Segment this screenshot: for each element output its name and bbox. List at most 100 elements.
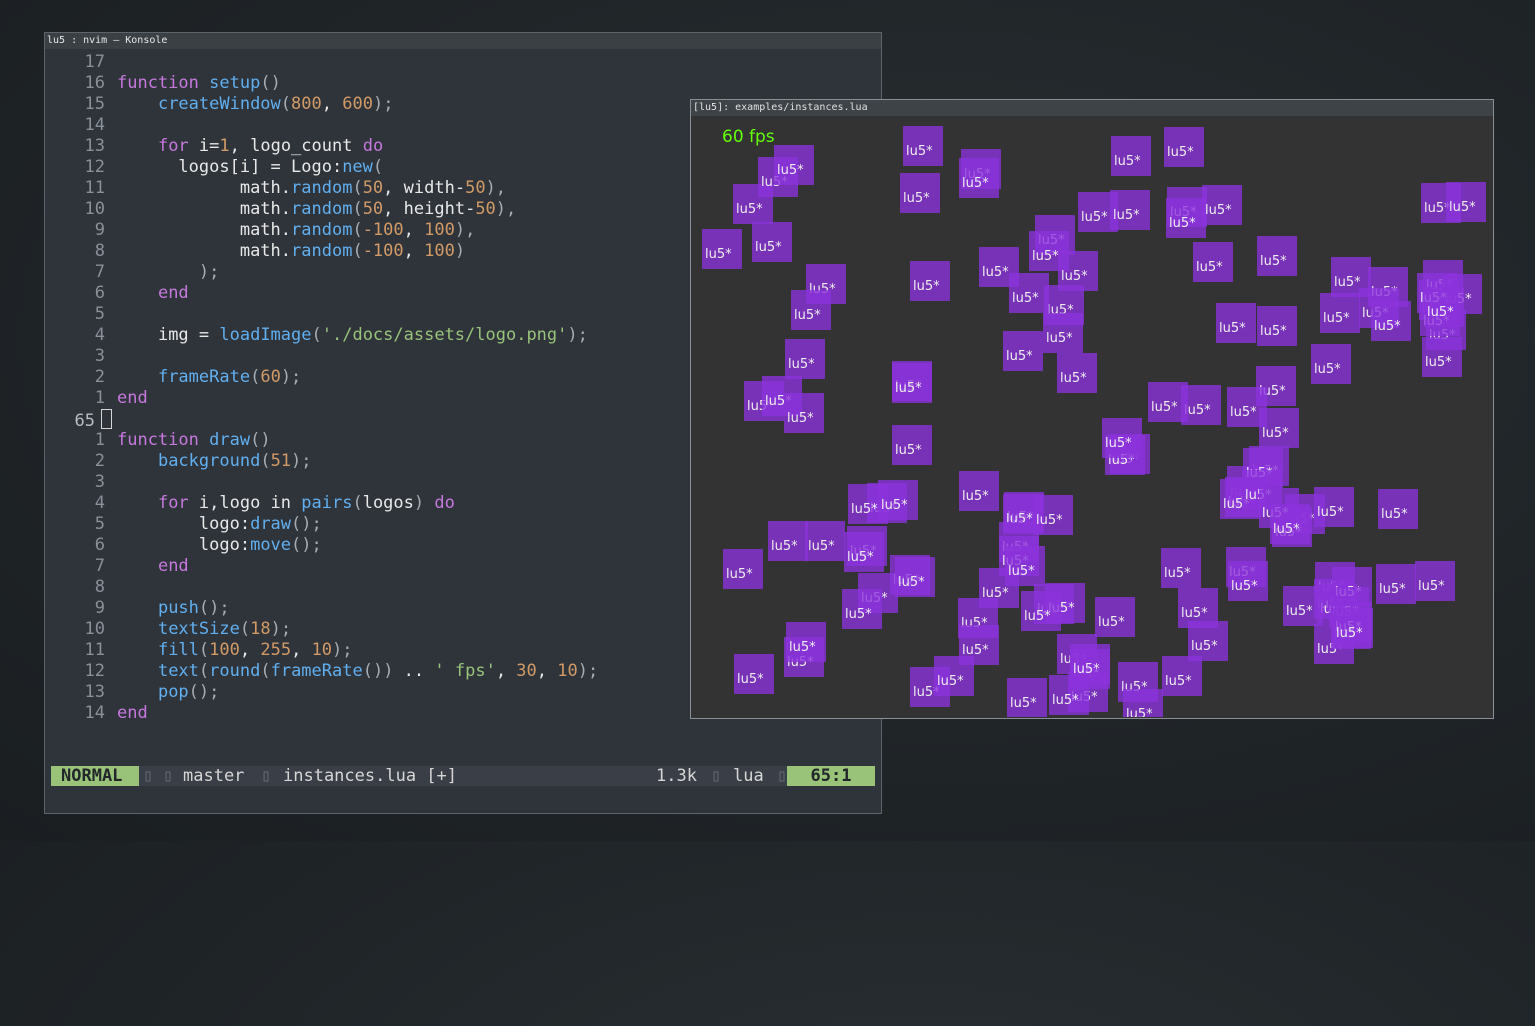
- code-line[interactable]: 6 end: [45, 283, 189, 304]
- code-token: (: [198, 661, 210, 681]
- code-line[interactable]: 1 function draw(): [45, 430, 271, 451]
- code-line[interactable]: 5 logo:draw();: [45, 514, 322, 535]
- code-text: logos[i] = Logo:new(: [117, 157, 383, 178]
- code-line[interactable]: 17: [45, 52, 117, 73]
- code-text: end: [117, 283, 189, 304]
- code-token: (: [352, 493, 363, 513]
- code-line[interactable]: 13 pop();: [45, 682, 220, 703]
- lu5-logo-sprite: lu5*: [1228, 561, 1268, 601]
- code-line[interactable]: 8: [45, 577, 117, 598]
- code-line[interactable]: 6 logo:move();: [45, 535, 322, 556]
- code-token: ();: [198, 598, 230, 618]
- line-number: 5: [94, 304, 105, 324]
- lu5-logo-sprite: lu5*: [734, 654, 774, 694]
- line-number: 14: [84, 703, 105, 723]
- code-line[interactable]: 9 push();: [45, 598, 230, 619]
- code-line[interactable]: 65: [45, 409, 112, 431]
- code-token: 60: [260, 367, 281, 387]
- konsole-titlebar[interactable]: lu5 : nvim — Konsole: [45, 33, 881, 49]
- line-number: 3: [94, 472, 105, 492]
- code-line[interactable]: 10 math.random(50, height-50),: [45, 199, 517, 220]
- lu5-logo-sprite: lu5*: [1148, 382, 1188, 422]
- code-line[interactable]: 5: [45, 304, 117, 325]
- lu5-logo-sprite: lu5*: [1033, 495, 1073, 535]
- lu5-logo-sprite: lu5*: [1216, 303, 1256, 343]
- code-line[interactable]: 11 fill(100, 255, 10);: [45, 640, 353, 661]
- code-line[interactable]: 15 createWindow(800, 600);: [45, 94, 394, 115]
- code-line[interactable]: 13 for i=1, logo_count do: [45, 136, 384, 157]
- lu5-window[interactable]: [lu5]: examples/instances.lua lu5* lu5* lu…: [690, 99, 1494, 719]
- lu5-canvas[interactable]: lu5* lu5* lu5* lu5* lu5* lu5* lu5* lu5* lu5* lu5*…: [692, 117, 1492, 717]
- code-line[interactable]: 3: [45, 346, 117, 367]
- code-token: i=: [188, 136, 220, 156]
- lu5-logo-sprite: lu5*: [1166, 198, 1206, 238]
- code-token: math.: [239, 199, 292, 219]
- code-line[interactable]: 14 end: [45, 703, 148, 724]
- code-line[interactable]: 2 frameRate(60);: [45, 367, 302, 388]
- code-token: ,: [321, 94, 343, 114]
- code-token: 10: [557, 661, 578, 681]
- code-line[interactable]: 7 );: [45, 262, 220, 283]
- code-line[interactable]: 14: [45, 115, 117, 136]
- code-token: end: [157, 556, 189, 576]
- lu5-logo-sprite: lu5*: [903, 126, 943, 166]
- code-line[interactable]: 11 math.random(50, width-50),: [45, 178, 507, 199]
- lu5-logo-sprite: lu5*: [1378, 489, 1418, 529]
- code-line[interactable]: 16 function setup(): [45, 73, 281, 94]
- code-token: (: [280, 94, 292, 114]
- file-name: instances.lua [+]: [283, 766, 457, 786]
- code-token: 30: [516, 661, 537, 681]
- code-line[interactable]: 3: [45, 472, 117, 493]
- code-token: function: [117, 73, 199, 93]
- text-cursor: [101, 409, 112, 429]
- lu5-logo-sprite: lu5*: [1446, 182, 1486, 222]
- code-token: ,: [403, 241, 425, 261]
- code-token: 10: [311, 640, 333, 660]
- code-token: textSize: [157, 619, 240, 639]
- git-branch-icon: ▯: [163, 766, 174, 786]
- code-line[interactable]: 4 for i,logo in pairs(logos) do: [45, 493, 455, 514]
- lu5-logo-sprite: lu5*: [1110, 190, 1150, 230]
- lu5-logo-sprite: lu5*: [752, 222, 792, 262]
- lu5-logo-sprite: lu5*: [1376, 564, 1416, 604]
- code-token: (: [198, 640, 210, 660]
- lu5-logo-sprite: lu5*: [1005, 546, 1045, 586]
- line-number: 17: [84, 52, 105, 72]
- lu5-logo-sprite: lu5*: [1070, 644, 1110, 684]
- code-token: round: [209, 661, 261, 681]
- line-number: 5: [94, 514, 105, 534]
- code-line[interactable]: 9 math.random(-100, 100),: [45, 220, 476, 241]
- code-line[interactable]: 12 logos[i] = Logo:new(: [45, 157, 384, 178]
- code-token: ,: [239, 640, 261, 660]
- code-token: );: [332, 640, 353, 660]
- git-branch: master: [183, 766, 245, 786]
- code-text: math.random(-100, 100),: [117, 220, 476, 241]
- code-token: 100: [424, 220, 455, 240]
- code-line[interactable]: 7 end: [45, 556, 189, 577]
- line-number: 16: [84, 73, 105, 93]
- code-token: random: [291, 220, 353, 240]
- code-token: draw: [250, 514, 292, 534]
- code-text: );: [117, 262, 219, 283]
- code-line[interactable]: 4 img = loadImage('./docs/assets/logo.pn…: [45, 325, 588, 346]
- code-token: );: [280, 367, 302, 387]
- code-line[interactable]: 10 textSize(18);: [45, 619, 292, 640]
- line-number: 2: [94, 367, 105, 387]
- code-token: frameRate: [270, 661, 363, 681]
- code-line[interactable]: 8 math.random(-100, 100): [45, 241, 465, 262]
- code-line[interactable]: 2 background(51);: [45, 451, 312, 472]
- code-line[interactable]: 12 text(round(frameRate()) .. ' fps', 30…: [45, 661, 599, 682]
- lu5-logo-sprite: lu5*: [1422, 337, 1462, 377]
- code-text: function setup(): [117, 73, 281, 94]
- code-line[interactable]: 1 end: [45, 388, 148, 409]
- lu5-logo-sprite: lu5*: [959, 158, 999, 198]
- code-token: (: [352, 220, 363, 240]
- lu5-titlebar[interactable]: [lu5]: examples/instances.lua: [691, 100, 1493, 116]
